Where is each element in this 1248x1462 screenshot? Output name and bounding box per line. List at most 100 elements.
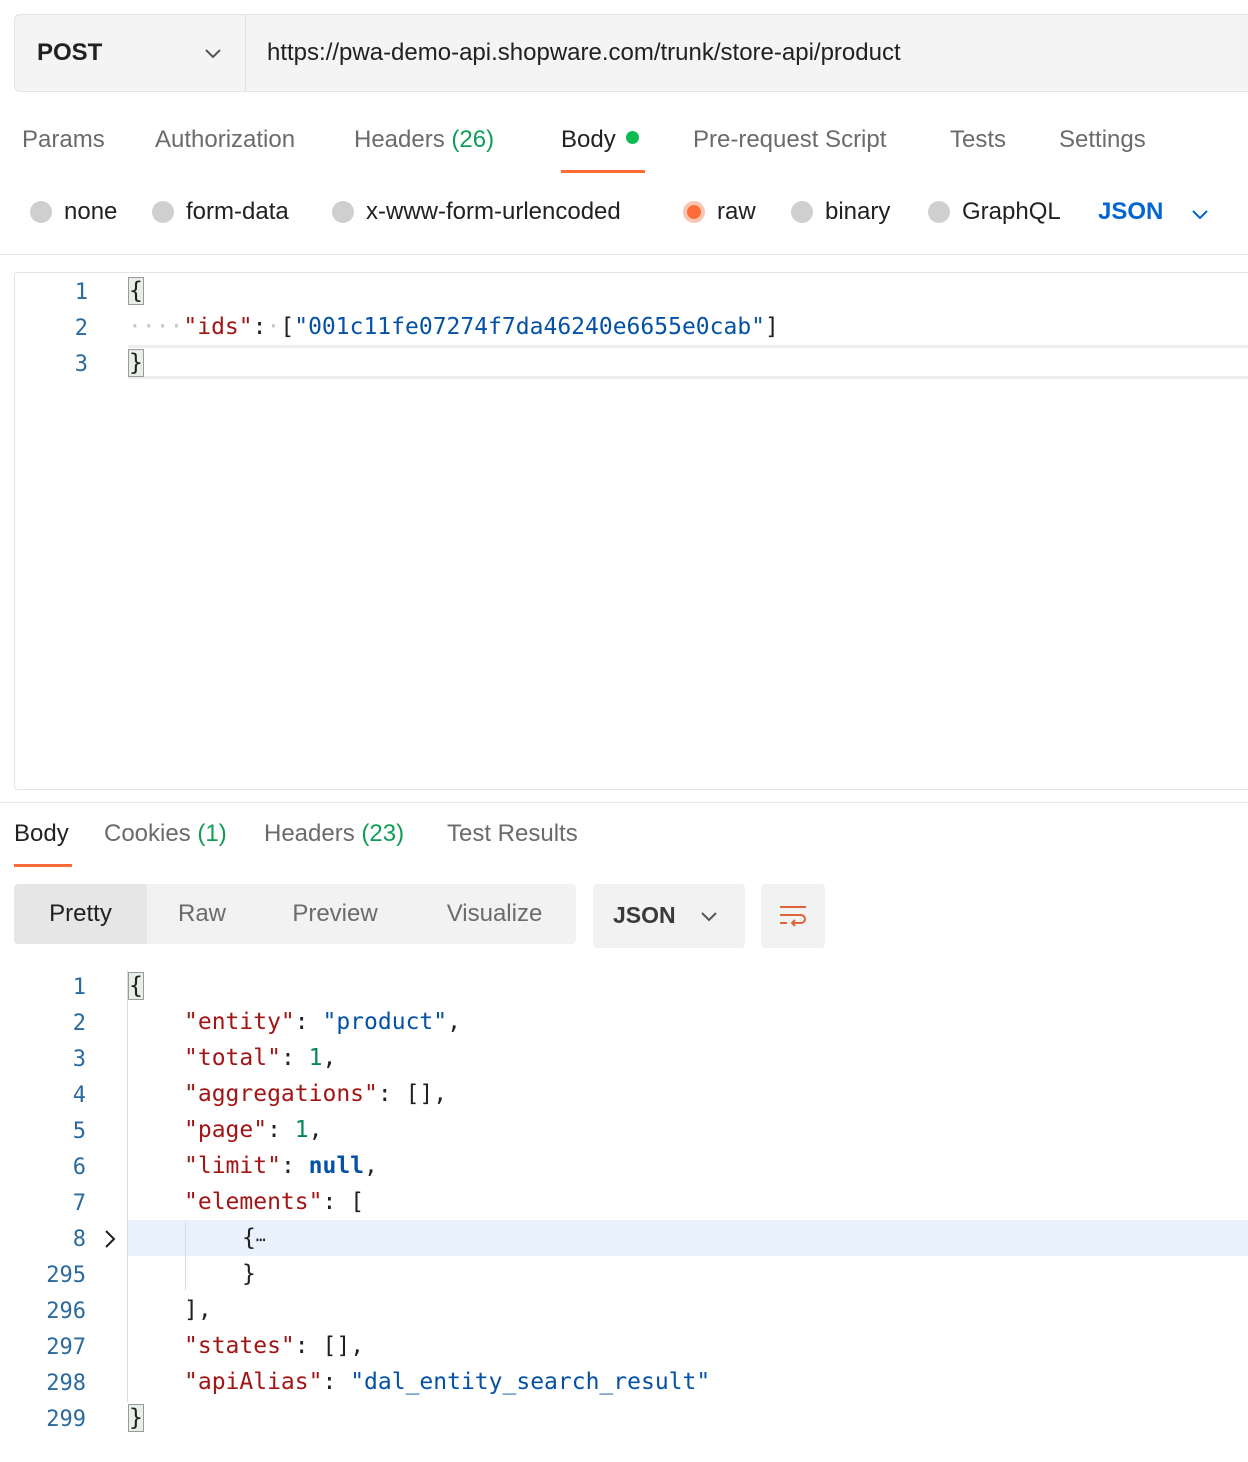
collapsed-close-brace: } [242, 1261, 256, 1287]
array-close: ] [765, 314, 779, 340]
response-tab-headers-label: Headers [264, 820, 355, 847]
request-url-bar: POST https://pwa-demo-api.shopware.com/t… [14, 14, 1248, 92]
response-tab-headers[interactable]: Headers (23) [264, 820, 404, 848]
wrap-lines-icon [780, 906, 806, 927]
array-open: [ [350, 1189, 365, 1215]
whitespace-dots: ···· [128, 314, 184, 340]
response-tab-cookies[interactable]: Cookies (1) [104, 820, 227, 848]
radio-raw[interactable]: raw [683, 198, 756, 226]
json-array-value: [] [322, 1333, 351, 1359]
active-tab-indicator [14, 864, 72, 867]
body-language-select[interactable]: JSON [1098, 198, 1163, 226]
view-raw-button[interactable]: Raw [147, 884, 257, 944]
json-string-value: "001c11fe07274f7da46240e6655e0cab" [294, 314, 766, 340]
code-line: {⋯ [242, 1225, 266, 1251]
radio-binary-label: binary [825, 198, 891, 225]
active-tab-indicator [561, 170, 645, 173]
chevron-down-icon[interactable] [1190, 204, 1210, 224]
tab-tests[interactable]: Tests [950, 126, 1006, 154]
radio-binary[interactable]: binary [791, 198, 890, 226]
close-brace: } [128, 1404, 144, 1432]
url-input[interactable]: https://pwa-demo-api.shopware.com/trunk/… [267, 39, 901, 67]
tab-settings[interactable]: Settings [1059, 126, 1146, 154]
code-line: "entity": "product", [184, 1009, 461, 1035]
colon: : [252, 314, 267, 340]
whitespace-dot: · [266, 314, 281, 340]
code-line: ····"ids":·["001c11fe07274f7da46240e6655… [128, 314, 779, 340]
chevron-right-icon[interactable] [100, 1228, 120, 1250]
response-tab-test-results[interactable]: Test Results [447, 820, 578, 848]
code-line: } [242, 1261, 256, 1287]
active-line-highlight [128, 345, 1248, 379]
response-view-switcher: Pretty Raw Preview Visualize [14, 884, 576, 944]
wrap-lines-button[interactable] [761, 884, 825, 948]
line-number: 1 [72, 975, 86, 1000]
response-format-label: JSON [613, 902, 676, 928]
radio-form-data[interactable]: form-data [152, 198, 289, 226]
response-format-select[interactable]: JSON [593, 884, 745, 948]
collapsed-ellipsis[interactable]: ⋯ [256, 1230, 266, 1249]
line-number: 295 [46, 1263, 86, 1288]
line-number: 8 [72, 1227, 86, 1252]
view-preview-button[interactable]: Preview [257, 884, 413, 944]
radio-urlencoded-label: x-www-form-urlencoded [366, 198, 621, 225]
json-key: "ids" [183, 314, 253, 340]
code-line: } [128, 1404, 144, 1432]
radio-graphql[interactable]: GraphQL [928, 198, 1061, 226]
line-number: 296 [46, 1299, 86, 1324]
json-key: "states" [184, 1333, 295, 1359]
collapsed-open-brace: { [242, 1225, 256, 1251]
radio-none[interactable]: none [30, 198, 117, 226]
code-line: "apiAlias": "dal_entity_search_result" [184, 1369, 711, 1395]
code-line: "page": 1, [184, 1117, 323, 1143]
radio-circle [928, 201, 950, 223]
line-number: 7 [72, 1191, 86, 1216]
json-string-value: "product" [322, 1009, 448, 1035]
line-number: 297 [46, 1335, 86, 1360]
tab-params[interactable]: Params [22, 126, 105, 154]
tab-body-label: Body [561, 126, 616, 153]
tab-headers[interactable]: Headers (26) [354, 126, 494, 154]
line-number: 6 [72, 1155, 86, 1180]
json-array-value: [] [405, 1081, 434, 1107]
view-pretty-button[interactable]: Pretty [14, 884, 147, 944]
line-number: 298 [46, 1371, 86, 1396]
response-tab-body[interactable]: Body [14, 820, 69, 848]
radio-circle [791, 201, 813, 223]
close-brace: } [128, 349, 144, 377]
line-number: 4 [72, 1083, 86, 1108]
tab-authorization[interactable]: Authorization [155, 126, 295, 154]
json-key: "apiAlias" [184, 1369, 323, 1395]
json-key: "total" [184, 1045, 281, 1071]
view-visualize-button[interactable]: Visualize [413, 884, 576, 944]
radio-urlencoded[interactable]: x-www-form-urlencoded [332, 198, 621, 226]
open-brace: { [128, 277, 144, 305]
array-open: [ [280, 314, 295, 340]
radio-raw-label: raw [717, 198, 756, 225]
tab-headers-label: Headers [354, 126, 445, 153]
line-number: 2 [74, 316, 88, 341]
indent-guide [127, 970, 128, 1402]
json-string-value: "dal_entity_search_result" [350, 1369, 711, 1395]
tab-headers-count: (26) [451, 126, 495, 153]
json-null-value: null [308, 1153, 365, 1179]
response-tab-headers-count: (23) [361, 820, 405, 847]
code-line: "elements": [ [184, 1189, 365, 1215]
json-key: "entity" [184, 1009, 295, 1035]
method-select[interactable]: POST [15, 15, 246, 91]
code-line: "limit": null, [184, 1153, 378, 1179]
code-line: { [128, 277, 144, 305]
tab-prerequest-script[interactable]: Pre-request Script [693, 126, 886, 154]
line-number: 2 [72, 1011, 86, 1036]
open-brace: { [128, 972, 144, 1000]
radio-form-data-label: form-data [186, 198, 289, 225]
radio-circle [30, 201, 52, 223]
response-tab-cookies-label: Cookies [104, 820, 191, 847]
chevron-down-icon [205, 49, 221, 59]
line-number: 3 [72, 1047, 86, 1072]
tab-body[interactable]: Body [561, 126, 639, 154]
line-number: 5 [72, 1119, 86, 1144]
indent-guide [185, 1222, 186, 1290]
code-line: "aggregations": [], [184, 1081, 448, 1107]
divider [0, 802, 1248, 803]
